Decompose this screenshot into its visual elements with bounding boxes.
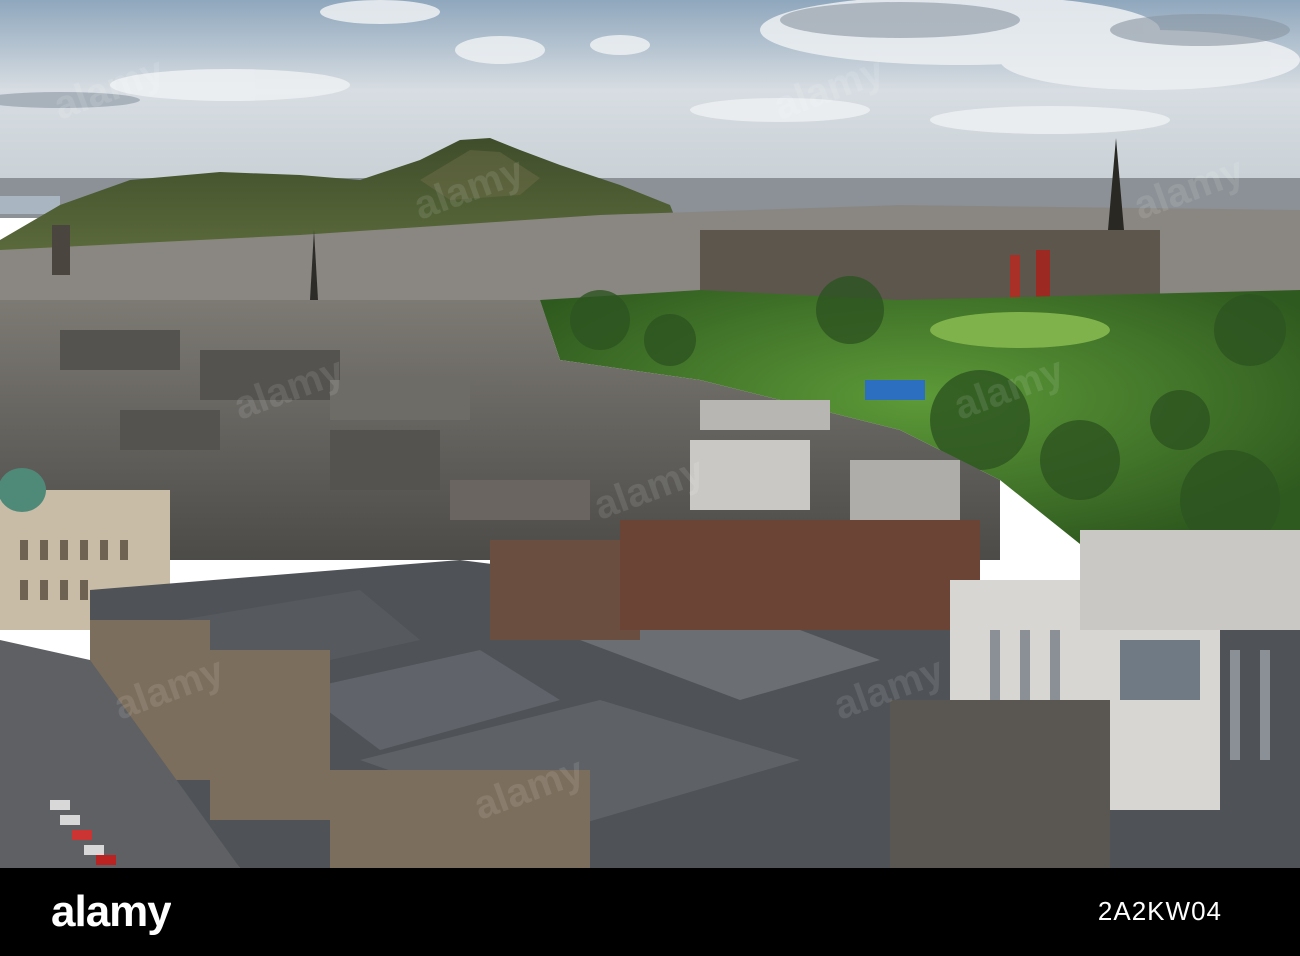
- image-id: 2A2KW04: [1097, 896, 1222, 926]
- alamy-logo: alamy: [51, 888, 171, 936]
- red-banners-2: [1010, 255, 1020, 300]
- clock-tower: [52, 225, 70, 275]
- red-banners: [1036, 250, 1050, 300]
- modern-building-top: [1080, 530, 1300, 630]
- lawn: [930, 312, 1110, 348]
- blue-structure: [865, 380, 925, 400]
- right-stone-block: [890, 700, 1110, 868]
- alamy-logo-text: alamy: [51, 888, 171, 936]
- green-dome: [0, 468, 46, 512]
- stock-banner: alamy 2A2KW04: [0, 868, 1300, 956]
- photo-canvas: alamyalamyalamyalamyalamyalamyalamyalamy…: [0, 0, 1300, 868]
- aerial-photo: alamy alamy alamy alamy alamy alamy alamy alamy…: [0, 0, 1300, 868]
